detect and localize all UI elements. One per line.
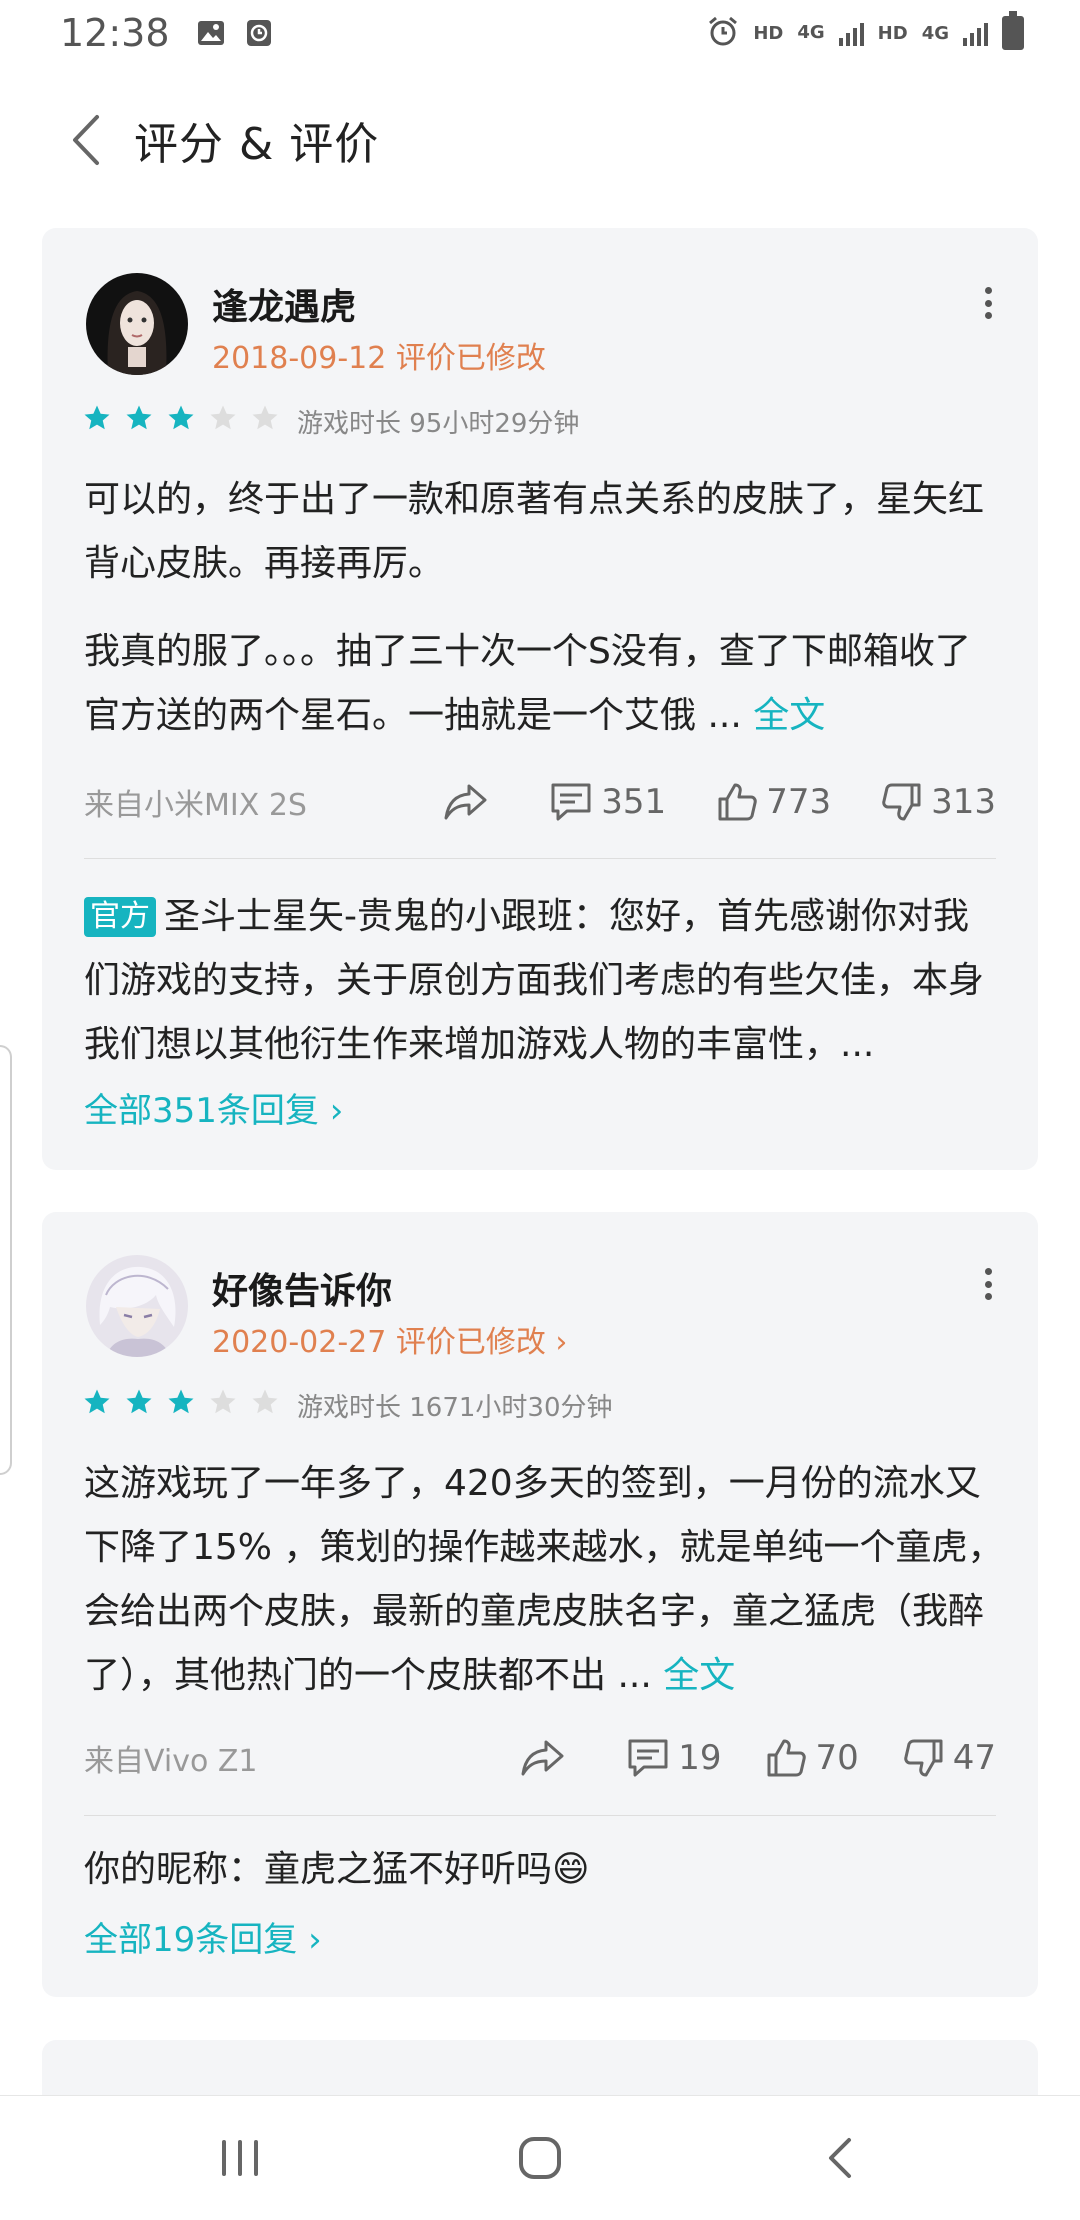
like-count: 773 [766, 782, 832, 822]
share-icon [521, 1740, 564, 1776]
dislike-count: 313 [931, 782, 996, 822]
review-card: 好像告诉你 2020-02-27 评价已修改 › 游戏时长 1671小时30分钟… [42, 1212, 1038, 1997]
more-dot [984, 287, 992, 294]
star-filled-icon [126, 1389, 152, 1414]
playtime: 游戏时长 95小时29分钟 [297, 409, 580, 439]
dislike-button[interactable]: 313 [881, 781, 996, 823]
comment-icon [551, 783, 591, 821]
header: 评分 & 评价 [0, 95, 1080, 185]
clock-app-icon [244, 18, 274, 48]
star-filled-icon [168, 1389, 194, 1414]
status-time: 12:38 [60, 11, 170, 55]
alarm-icon [707, 15, 739, 52]
star-filled-icon [84, 405, 110, 430]
hd-indicator-2: HD [877, 22, 908, 44]
comment-count: 351 [601, 782, 667, 822]
all-replies-link[interactable]: 全部19条回复 › [84, 1912, 322, 1961]
review-paragraph-truncated: 这游戏玩了一年多了，420多天的签到，一月份的流水又下降了15% ，策划的操作越… [84, 1452, 1004, 1708]
reply-text: 圣斗士星矢-贵鬼的小跟班：您好，首先感谢你对我们游戏的支持，关于原创方面我们考虑… [84, 896, 985, 1065]
comment-button[interactable]: 351 [549, 781, 666, 823]
comment-button[interactable]: 19 [626, 1737, 721, 1779]
review-date: 2018-09-12 评价已修改 [212, 341, 546, 376]
review-meta: 来自Vivo Z1 19 70 47 [84, 1728, 996, 1788]
user-reply[interactable]: 你的昵称：童虎之猛不好听吗😄 [84, 1838, 1004, 1902]
review-meta: 来自小米MIX 2S 351 773 313 [84, 772, 996, 832]
avatar[interactable] [86, 273, 188, 375]
more-dot [984, 312, 992, 319]
review-username[interactable]: 好像告诉你 [212, 1262, 392, 1314]
more-dot [984, 1293, 992, 1300]
review-actions: 351 773 313 [443, 781, 996, 823]
comment-icon [628, 1739, 668, 1777]
thumbs-down-icon [903, 1739, 943, 1777]
star-empty-icon [252, 405, 278, 430]
image-icon [196, 18, 226, 48]
like-button[interactable]: 70 [765, 1737, 859, 1779]
review-date[interactable]: 2020-02-27 评价已修改 › [212, 1317, 567, 1361]
chevron-left-icon [73, 115, 99, 165]
star-filled-icon [126, 405, 152, 430]
page-title: 评分 & 评价 [134, 119, 380, 170]
status-indicators: HD 4G HD 4G [707, 11, 1024, 52]
official-reply[interactable]: 官方 圣斗士星矢-贵鬼的小跟班：您好，首先感谢你对我们游戏的支持，关于原创方面我们… [84, 885, 1004, 1077]
back-button[interactable] [58, 110, 114, 170]
divider [84, 1815, 996, 1816]
more-options-button[interactable] [978, 1264, 998, 1304]
review-actions: 19 70 47 [520, 1737, 996, 1779]
home-button[interactable] [500, 2118, 580, 2198]
share-button[interactable] [443, 782, 489, 822]
like-button[interactable]: 773 [716, 781, 831, 823]
signal-icon [963, 20, 988, 46]
network-type-1: 4G [797, 22, 825, 43]
navigation-bar [0, 2095, 1080, 2220]
rating-stars [82, 1387, 280, 1417]
recent-apps-icon [222, 2140, 258, 2176]
star-filled-icon [84, 1389, 110, 1414]
back-nav-button[interactable] [800, 2118, 880, 2198]
full-text-link[interactable]: 全文 [753, 695, 825, 736]
device-label: 来自小米MIX 2S [84, 788, 307, 823]
network-type-2: 4G [921, 22, 949, 44]
comment-count: 19 [678, 1738, 722, 1778]
reply-text: 你的昵称：童虎之猛不好听吗😄 [84, 1849, 590, 1890]
divider [84, 858, 996, 859]
full-text-link[interactable]: 全文 [663, 1655, 735, 1696]
star-filled-icon [168, 405, 194, 430]
review-username[interactable]: 逢龙遇虎 [212, 278, 356, 330]
more-dot [984, 299, 992, 307]
rating-stars [82, 403, 280, 433]
review-text: 这游戏玩了一年多了，420多天的签到，一月份的流水又下降了15% ，策划的操作越… [84, 1463, 1004, 1696]
share-button[interactable] [520, 1738, 566, 1778]
more-options-button[interactable] [978, 283, 998, 323]
signal-icon [838, 20, 864, 46]
dislike-button[interactable]: 47 [903, 1737, 996, 1779]
playtime: 游戏时长 1671小时30分钟 [297, 1393, 613, 1423]
thumbs-up-icon [767, 1739, 807, 1777]
home-icon [519, 2137, 561, 2179]
recent-apps-button[interactable] [200, 2118, 280, 2198]
all-replies-link[interactable]: 全部351条回复 › [84, 1083, 343, 1132]
device-label: 来自Vivo Z1 [84, 1744, 258, 1779]
star-empty-icon [252, 1389, 278, 1414]
star-empty-icon [210, 1389, 236, 1414]
like-count: 70 [815, 1738, 859, 1778]
share-icon [444, 784, 487, 820]
edge-panel-handle[interactable] [0, 1045, 12, 1475]
thumbs-up-icon [718, 783, 757, 821]
more-dot [984, 1280, 992, 1288]
review-text: 我真的服了。。。抽了三十次一个S没有，查了下邮箱收了官方送的两个星石。一抽就是一… [84, 631, 971, 736]
back-icon [829, 2138, 851, 2178]
hd-indicator-1: HD [753, 22, 784, 44]
review-paragraph: 可以的，终于出了一款和原著有点关系的皮肤了，星矢红背心皮肤。再接再厉。 [84, 479, 985, 584]
review-card: 逢龙遇虎 2018-09-12 评价已修改 游戏时长 95小时29分钟 可以的，… [42, 228, 1038, 1170]
more-dot [984, 1268, 992, 1275]
dislike-count: 47 [952, 1738, 996, 1778]
star-empty-icon [210, 405, 236, 430]
review-paragraph-truncated: 我真的服了。。。抽了三十次一个S没有，查了下邮箱收了官方送的两个星石。一抽就是一… [84, 620, 1004, 748]
avatar[interactable] [86, 1255, 188, 1357]
status-bar: 12:38 HD 4G HD 4G [0, 0, 1080, 66]
thumbs-down-icon [882, 783, 921, 821]
official-badge: 官方 [84, 897, 156, 937]
battery-icon [1002, 11, 1024, 50]
